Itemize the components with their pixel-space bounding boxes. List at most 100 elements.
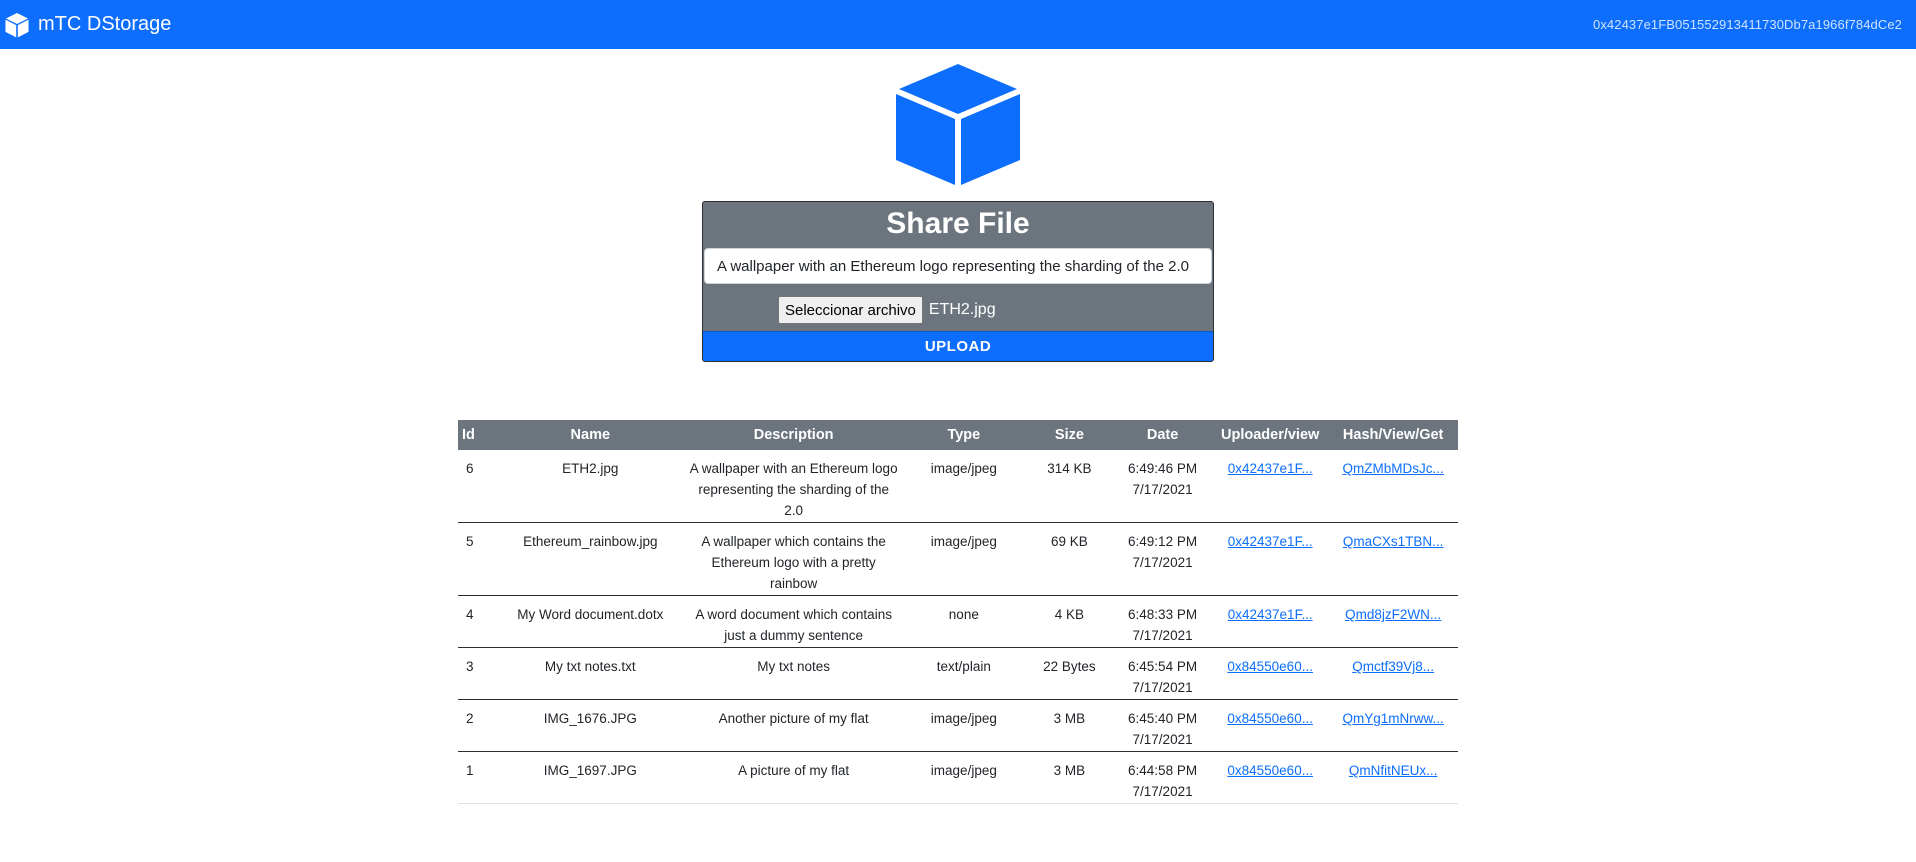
cell-size: 22 Bytes (1025, 647, 1114, 700)
uploader-link[interactable]: 0x42437e1F... (1228, 461, 1313, 476)
cell-date: 6:45:40 PM 7/17/2021 (1113, 699, 1212, 752)
cell-uploader: 0x42437e1F... (1212, 595, 1329, 648)
uploader-link[interactable]: 0x84550e60... (1227, 711, 1313, 726)
upload-date: 7/17/2021 (1132, 555, 1193, 570)
cell-hash: QmaCXs1TBN... (1328, 522, 1458, 596)
upload-time: 6:45:40 PM (1128, 711, 1198, 726)
cell-name: IMG_1697.JPG (495, 751, 686, 804)
file-description-line: Another picture of my flat (718, 711, 869, 726)
uploader-link[interactable]: 0x42437e1F... (1228, 607, 1313, 622)
hash-link[interactable]: QmYg1mNrww... (1343, 711, 1444, 726)
cell-description: My txt notes (685, 647, 902, 700)
uploader-link[interactable]: 0x84550e60... (1227, 659, 1313, 674)
cell-size: 69 KB (1025, 522, 1114, 596)
cell-date: 6:45:54 PM 7/17/2021 (1113, 647, 1212, 700)
upload-time: 6:48:33 PM (1128, 607, 1198, 622)
header-uploader: Uploader/view (1212, 420, 1329, 450)
upload-button[interactable]: UPLOAD (703, 331, 1213, 361)
cell-id: 1 (458, 751, 496, 804)
cell-size: 4 KB (1025, 595, 1114, 648)
cell-type: image/jpeg (901, 699, 1026, 752)
cube-icon (4, 11, 30, 39)
hash-link[interactable]: QmaCXs1TBN... (1343, 534, 1444, 549)
navbar: mTC DStorage 0x42437e1FB051552913411730D… (0, 0, 1916, 49)
header-date: Date (1113, 420, 1212, 450)
uploader-link[interactable]: 0x84550e60... (1227, 763, 1313, 778)
cube-icon (896, 64, 1020, 185)
table-row: 5 Ethereum_rainbow.jpg A wallpaper which c… (458, 522, 1458, 596)
upload-time: 6:49:46 PM (1128, 461, 1198, 476)
hash-link[interactable]: Qmctf39Vj8... (1352, 659, 1434, 674)
file-description-line: A word document which contains (695, 607, 892, 622)
cell-hash: QmZMbMDsJc... (1328, 450, 1458, 523)
cell-hash: Qmctf39Vj8... (1328, 647, 1458, 700)
header-id: Id (458, 420, 496, 450)
cell-hash: QmNfitNEUx... (1328, 751, 1458, 804)
file-picker: Seleccionar archivo ETH2.jpg (778, 296, 996, 324)
account-address: 0x42437e1FB051552913411730Db7a1966f784dC… (1592, 17, 1902, 32)
cell-type: image/jpeg (901, 450, 1026, 523)
cell-date: 6:49:12 PM 7/17/2021 (1113, 522, 1212, 596)
table-row: 2 IMG_1676.JPG Another picture of my flat i… (458, 699, 1458, 752)
cell-id: 3 (458, 647, 496, 700)
brand-link[interactable]: mTC DStorage (4, 11, 171, 39)
cell-uploader: 0x84550e60... (1212, 699, 1329, 752)
header-hash: Hash/View/Get (1328, 420, 1458, 450)
description-input[interactable] (704, 248, 1212, 284)
upload-date: 7/17/2021 (1132, 628, 1193, 643)
cell-type: none (901, 595, 1026, 648)
cell-date: 6:44:58 PM 7/17/2021 (1113, 751, 1212, 804)
cell-date: 6:48:33 PM 7/17/2021 (1113, 595, 1212, 648)
cell-date: 6:49:46 PM 7/17/2021 (1113, 450, 1212, 523)
table-header-row: Id Name Description Type Size Date Uploa… (458, 420, 1458, 450)
table-row: 6 ETH2.jpg A wallpaper with an Ethereum lo… (458, 450, 1458, 523)
hash-link[interactable]: QmNfitNEUx... (1349, 763, 1438, 778)
share-file-card: Share File Seleccionar archivo ETH2.jpg … (702, 201, 1214, 362)
cell-type: image/jpeg (901, 751, 1026, 804)
cell-hash: QmYg1mNrww... (1328, 699, 1458, 752)
cell-uploader: 0x84550e60... (1212, 751, 1329, 804)
header-size: Size (1025, 420, 1114, 450)
selected-file-name: ETH2.jpg (928, 301, 996, 318)
hash-link[interactable]: QmZMbMDsJc... (1343, 461, 1444, 476)
cell-name: My txt notes.txt (495, 647, 686, 700)
file-description-line: rainbow (770, 576, 818, 591)
cell-name: ETH2.jpg (495, 450, 686, 523)
cell-description: A picture of my flat (685, 751, 902, 804)
table-row: 4 My Word document.dotx A word document wh… (458, 595, 1458, 648)
cell-type: image/jpeg (901, 522, 1026, 596)
cell-name: My Word document.dotx (495, 595, 686, 648)
file-description-line: My txt notes (757, 659, 831, 674)
hash-link[interactable]: Qmd8jzF2WN... (1345, 607, 1441, 622)
cell-id: 2 (458, 699, 496, 752)
cell-uploader: 0x42437e1F... (1212, 450, 1329, 523)
upload-date: 7/17/2021 (1132, 482, 1193, 497)
upload-date: 7/17/2021 (1132, 784, 1193, 799)
cell-description: A wallpaper with an Ethereum logo represe… (685, 450, 902, 523)
cell-description: A word document which contains just a dum… (685, 595, 902, 648)
cell-description: A wallpaper which contains the Ethereum l… (685, 522, 902, 596)
uploader-link[interactable]: 0x42437e1F... (1228, 534, 1313, 549)
file-description-line: A wallpaper with an Ethereum logo (689, 461, 898, 476)
files-table: Id Name Description Type Size Date Uploa… (458, 420, 1458, 804)
header-type: Type (901, 420, 1026, 450)
choose-file-button[interactable]: Seleccionar archivo (778, 296, 923, 324)
cell-uploader: 0x84550e60... (1212, 647, 1329, 700)
upload-time: 6:49:12 PM (1128, 534, 1198, 549)
file-description-line: A wallpaper which contains the (701, 534, 886, 549)
cell-name: Ethereum_rainbow.jpg (495, 522, 686, 596)
header-name: Name (495, 420, 686, 450)
upload-time: 6:45:54 PM (1128, 659, 1198, 674)
cell-hash: Qmd8jzF2WN... (1328, 595, 1458, 648)
cell-description: Another picture of my flat (685, 699, 902, 752)
cell-id: 4 (458, 595, 496, 648)
cell-size: 3 MB (1025, 699, 1114, 752)
file-description-line: representing the sharding of the 2.0 (698, 482, 889, 518)
files-table-body: 6 ETH2.jpg A wallpaper with an Ethereum lo… (458, 450, 1458, 804)
file-description-line: Ethereum logo with a pretty (711, 555, 876, 570)
cell-name: IMG_1676.JPG (495, 699, 686, 752)
upload-date: 7/17/2021 (1132, 732, 1193, 747)
file-description-line: just a dummy sentence (724, 628, 864, 643)
table-row: 1 IMG_1697.JPG A picture of my flat image/j… (458, 751, 1458, 804)
brand-name: mTC DStorage (38, 13, 172, 35)
